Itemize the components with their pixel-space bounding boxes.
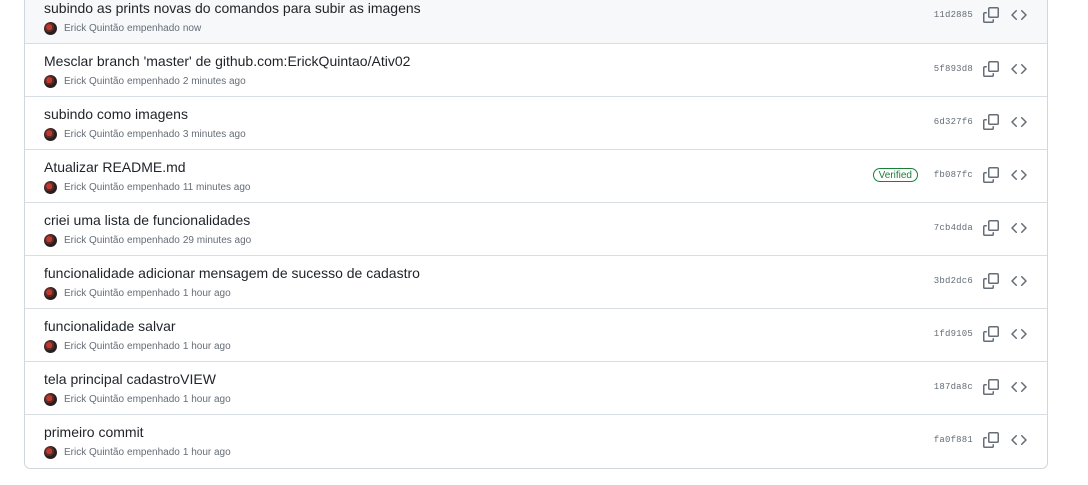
commit-sha-link[interactable]: 187da8c xyxy=(934,382,973,392)
copy-icon[interactable] xyxy=(983,379,999,395)
commit-author[interactable]: Erick Quintão xyxy=(64,235,124,246)
commit-time: 29 minutes ago xyxy=(182,234,252,246)
commit-action: empenhado xyxy=(127,181,180,193)
code-icon[interactable] xyxy=(1011,114,1027,130)
code-icon[interactable] xyxy=(1011,61,1027,77)
commit-action: empenhado xyxy=(127,128,180,140)
commit-meta: Erick Quintão empenhado 11 minutes ago xyxy=(44,180,251,194)
avatar[interactable] xyxy=(44,339,57,353)
copy-icon[interactable] xyxy=(983,167,999,183)
commit-time: 2 minutes ago xyxy=(182,75,246,87)
commit-action: empenhado xyxy=(127,287,180,299)
copy-icon[interactable] xyxy=(983,220,999,236)
commit-sha-link[interactable]: 3bd2dc6 xyxy=(934,276,973,286)
code-icon[interactable] xyxy=(1011,326,1027,342)
commit-row: funcionalidade adicionar mensagem de suc… xyxy=(25,256,1047,309)
code-icon[interactable] xyxy=(1011,379,1027,395)
commit-time: 1 hour ago xyxy=(182,393,231,405)
copy-icon[interactable] xyxy=(983,273,999,289)
commit-sha-link[interactable]: 1fd9105 xyxy=(934,329,973,339)
copy-icon[interactable] xyxy=(983,114,999,130)
code-icon[interactable] xyxy=(1011,167,1027,183)
commit-sha-link[interactable]: 11d2885 xyxy=(934,10,973,20)
commit-row: funcionalidade salvar Erick Quintão empenh… xyxy=(25,309,1047,362)
commit-sha-link[interactable]: 5f893d8 xyxy=(934,64,973,74)
copy-icon[interactable] xyxy=(983,326,999,342)
verified-badge[interactable]: Verified xyxy=(872,168,918,182)
avatar[interactable] xyxy=(44,127,57,141)
commit-title-link[interactable]: Atualizar README.md xyxy=(44,159,186,175)
commit-title-link[interactable]: criei uma lista de funcionalidades xyxy=(44,212,250,228)
commit-title-link[interactable]: Mesclar branch 'master' de github.com:Er… xyxy=(44,53,410,69)
commit-author[interactable]: Erick Quintão xyxy=(64,129,124,140)
commit-time: 11 minutes ago xyxy=(182,181,251,193)
commit-list: subindo as prints novas do comandos para… xyxy=(24,0,1048,469)
commit-author[interactable]: Erick Quintão xyxy=(64,288,124,299)
commit-time: 3 minutes ago xyxy=(182,128,246,140)
commit-row: tela principal cadastroVIEW Erick Quintão… xyxy=(25,362,1047,415)
commit-meta: Erick Quintão empenhado 1 hour ago xyxy=(44,445,231,459)
code-icon[interactable] xyxy=(1011,7,1027,23)
commit-meta: Erick Quintão empenhado 29 minutes ago xyxy=(44,233,251,247)
commit-sha-link[interactable]: 6d327f6 xyxy=(934,117,973,127)
commit-meta: Erick Quintão empenhado 3 minutes ago xyxy=(44,127,246,141)
commit-action: empenhado xyxy=(127,75,180,87)
commit-meta: Erick Quintão empenhado now xyxy=(44,21,201,35)
avatar[interactable] xyxy=(44,233,57,247)
commit-sha-link[interactable]: fb087fc xyxy=(934,170,973,180)
commit-action: empenhado xyxy=(127,234,180,246)
commit-author[interactable]: Erick Quintão xyxy=(64,23,124,34)
commit-action: empenhado xyxy=(127,340,180,352)
commit-meta: Erick Quintão empenhado 2 minutes ago xyxy=(44,74,246,88)
avatar[interactable] xyxy=(44,74,57,88)
avatar[interactable] xyxy=(44,21,57,35)
avatar[interactable] xyxy=(44,180,57,194)
commit-title-link[interactable]: subindo as prints novas do comandos para… xyxy=(44,0,421,16)
avatar[interactable] xyxy=(44,392,57,406)
commit-title-link[interactable]: subindo como imagens xyxy=(44,106,188,122)
commit-row: primeiro commit Erick Quintão empenhado 1 h… xyxy=(25,415,1047,468)
code-icon[interactable] xyxy=(1011,273,1027,289)
commit-action: empenhado xyxy=(127,446,180,458)
commit-time: 1 hour ago xyxy=(182,446,231,458)
commit-row: criei uma lista de funcionalidades Erick … xyxy=(25,203,1047,256)
commit-meta: Erick Quintão empenhado 1 hour ago xyxy=(44,339,231,353)
commit-row: Mesclar branch 'master' de github.com:Er… xyxy=(25,44,1047,97)
commit-row: subindo como imagens Erick Quintão empenha… xyxy=(25,97,1047,150)
commit-time: 1 hour ago xyxy=(182,340,231,352)
commit-author[interactable]: Erick Quintão xyxy=(64,76,124,87)
code-icon[interactable] xyxy=(1011,432,1027,448)
commit-title-link[interactable]: funcionalidade adicionar mensagem de suc… xyxy=(44,265,420,281)
commit-time: now xyxy=(182,22,202,34)
commit-author[interactable]: Erick Quintão xyxy=(64,394,124,405)
code-icon[interactable] xyxy=(1011,220,1027,236)
commit-row: subindo as prints novas do comandos para… xyxy=(25,0,1047,44)
commit-meta: Erick Quintão empenhado 1 hour ago xyxy=(44,392,231,406)
copy-icon[interactable] xyxy=(983,432,999,448)
avatar[interactable] xyxy=(44,445,57,459)
copy-icon[interactable] xyxy=(983,7,999,23)
commit-meta: Erick Quintão empenhado 1 hour ago xyxy=(44,286,231,300)
commit-author[interactable]: Erick Quintão xyxy=(64,182,124,193)
commit-sha-link[interactable]: 7cb4dda xyxy=(934,223,973,233)
commit-title-link[interactable]: primeiro commit xyxy=(44,424,144,440)
avatar[interactable] xyxy=(44,286,57,300)
commit-title-link[interactable]: tela principal cadastroVIEW xyxy=(44,371,216,387)
commit-time: 1 hour ago xyxy=(182,287,231,299)
commit-row: Atualizar README.md Erick Quintão empenhad… xyxy=(25,150,1047,203)
commit-title-link[interactable]: funcionalidade salvar xyxy=(44,318,176,334)
commit-action: empenhado xyxy=(127,22,180,34)
commit-author[interactable]: Erick Quintão xyxy=(64,341,124,352)
commit-sha-link[interactable]: fa0f881 xyxy=(934,435,973,445)
commit-action: empenhado xyxy=(127,393,180,405)
commit-author[interactable]: Erick Quintão xyxy=(64,447,124,458)
copy-icon[interactable] xyxy=(983,61,999,77)
